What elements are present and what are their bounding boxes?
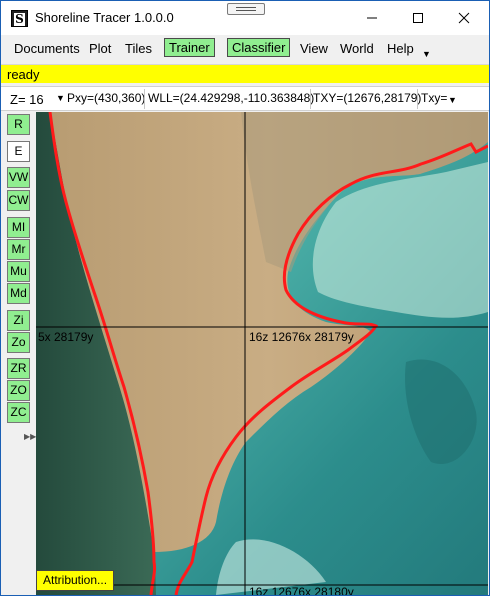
tile-label-bottom: 16z 12676x 28180y xyxy=(249,585,354,595)
tool-zc-button[interactable]: ZC xyxy=(7,402,30,423)
menu-classifier[interactable]: Classifier xyxy=(227,38,291,57)
title-bar[interactable]: S Shoreline Tracer 1.0.0.0 xyxy=(1,1,489,35)
tool-mi-button[interactable]: MI xyxy=(7,217,30,238)
map-view[interactable]: 5x 28179y 16z 12676x 28179y 16z 12676x 2… xyxy=(36,112,488,595)
tool-mr-button[interactable]: Mr xyxy=(7,239,30,260)
menu-trainer[interactable]: Trainer xyxy=(164,38,215,57)
minimize-icon xyxy=(367,17,377,19)
tool-mu-button[interactable]: Mu xyxy=(7,261,30,282)
maximize-button[interactable] xyxy=(395,1,441,35)
chevron-down-icon: ▼ xyxy=(56,93,65,103)
pixel-xy-readout: Pxy=(430,360) xyxy=(67,91,146,105)
status-bar: ready xyxy=(1,64,489,83)
satellite-imagery xyxy=(36,112,488,595)
menu-world[interactable]: World xyxy=(339,41,375,56)
menu-documents[interactable]: Documents xyxy=(13,41,81,56)
zoom-select[interactable]: Z= 16 ▼ xyxy=(5,88,65,109)
tool-cw-button[interactable]: CW xyxy=(7,190,30,211)
tool-vw-button[interactable]: VW xyxy=(7,167,30,188)
maximize-icon xyxy=(413,13,423,23)
zoom-out-button[interactable]: Zo xyxy=(7,332,30,353)
tile-xy-short-readout: Txy= xyxy=(421,91,448,105)
zoom-in-button[interactable]: Zi xyxy=(7,310,30,331)
divider xyxy=(417,89,418,109)
tile-xy-readout: TXY=(12676,28179) xyxy=(313,91,422,105)
menu-overflow-icon[interactable]: ▼ xyxy=(422,49,431,59)
close-button[interactable] xyxy=(441,1,487,35)
toolbar-overflow-icon[interactable]: ▼ xyxy=(448,95,457,105)
minimize-button[interactable] xyxy=(349,1,395,35)
close-icon xyxy=(458,12,470,24)
drag-grip-icon[interactable] xyxy=(227,3,265,15)
tool-r-button[interactable]: R xyxy=(7,114,30,135)
tool-zo-button[interactable]: ZO xyxy=(7,380,30,401)
lat-lon-readout: WLL=(24.429298,-110.363848) xyxy=(148,91,315,105)
app-logo-icon: S xyxy=(11,10,28,27)
toolbar-more-icon[interactable]: ▶▶ xyxy=(24,432,36,441)
tool-md-button[interactable]: Md xyxy=(7,283,30,304)
divider xyxy=(310,89,311,109)
zoom-value: Z= 16 xyxy=(10,92,44,107)
coordinate-bar: Z= 16 ▼ Pxy=(430,360) WLL=(24.429298,-11… xyxy=(1,86,489,111)
menu-view[interactable]: View xyxy=(299,41,329,56)
window-title: Shoreline Tracer 1.0.0.0 xyxy=(35,10,174,25)
status-text: ready xyxy=(7,67,40,82)
menu-plot[interactable]: Plot xyxy=(88,41,112,56)
tool-zr-button[interactable]: ZR xyxy=(7,358,30,379)
attribution-button[interactable]: Attribution... xyxy=(36,570,115,591)
tile-label-center: 16z 12676x 28179y xyxy=(249,330,354,344)
menu-bar: Documents Plot Tiles Trainer Classifier … xyxy=(1,37,489,61)
app-window: S Shoreline Tracer 1.0.0.0 Documents Plo… xyxy=(0,0,490,596)
menu-tiles[interactable]: Tiles xyxy=(124,41,153,56)
menu-help[interactable]: Help xyxy=(386,41,415,56)
tool-e-button[interactable]: E xyxy=(7,141,30,162)
tile-label-left: 5x 28179y xyxy=(38,330,94,344)
left-toolbar: R E VW CW MI Mr Mu Md Zi Zo ZR ZO ZC ▶▶ xyxy=(1,112,36,595)
divider xyxy=(144,89,145,109)
